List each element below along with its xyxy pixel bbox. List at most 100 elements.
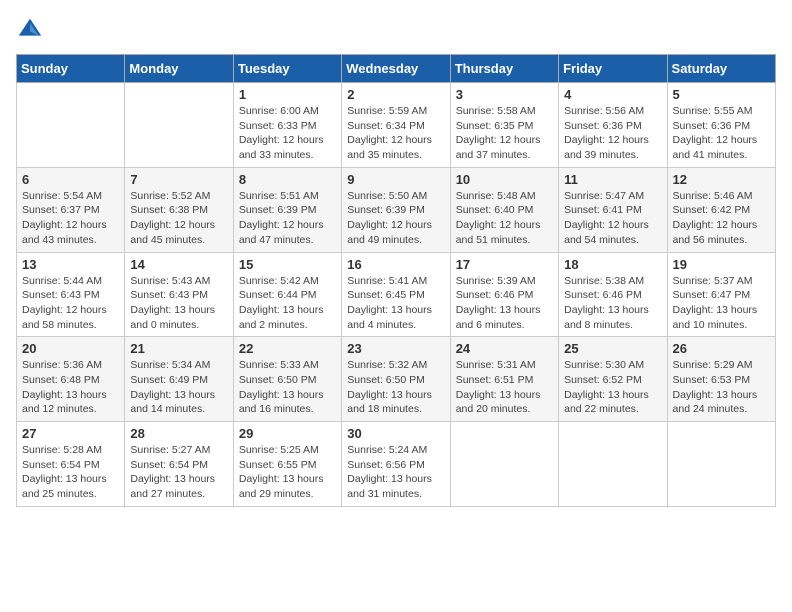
day-number: 27 — [22, 426, 119, 441]
day-number: 2 — [347, 87, 444, 102]
page-header — [16, 16, 776, 44]
day-detail: Sunrise: 5:41 AM Sunset: 6:45 PM Dayligh… — [347, 274, 444, 333]
day-detail: Sunrise: 5:58 AM Sunset: 6:35 PM Dayligh… — [456, 104, 553, 163]
calendar-cell: 3 Sunrise: 5:58 AM Sunset: 6:35 PM Daylig… — [450, 83, 558, 168]
day-number: 30 — [347, 426, 444, 441]
calendar-cell: 8 Sunrise: 5:51 AM Sunset: 6:39 PM Daylig… — [233, 167, 341, 252]
day-number: 5 — [673, 87, 770, 102]
calendar-cell — [559, 422, 667, 507]
day-detail: Sunrise: 5:27 AM Sunset: 6:54 PM Dayligh… — [130, 443, 227, 502]
day-number: 19 — [673, 257, 770, 272]
calendar-cell: 11 Sunrise: 5:47 AM Sunset: 6:41 PM Dayli… — [559, 167, 667, 252]
day-number: 13 — [22, 257, 119, 272]
calendar-week-row: 6Sunrise: 5:54 AM Sunset: 6:37 PM Daylig… — [17, 167, 776, 252]
calendar-week-row: 13 Sunrise: 5:44 AM Sunset: 6:43 PM Dayli… — [17, 252, 776, 337]
day-number: 29 — [239, 426, 336, 441]
day-number: 11 — [564, 172, 661, 187]
calendar-cell — [450, 422, 558, 507]
calendar-cell: 2 Sunrise: 5:59 AM Sunset: 6:34 PM Daylig… — [342, 83, 450, 168]
day-number: 25 — [564, 341, 661, 356]
day-detail: Sunrise: 5:47 AM Sunset: 6:41 PM Dayligh… — [564, 189, 661, 248]
day-detail: Sunrise: 5:48 AM Sunset: 6:40 PM Dayligh… — [456, 189, 553, 248]
day-detail: Sunrise: 5:56 AM Sunset: 6:36 PM Dayligh… — [564, 104, 661, 163]
calendar-table: SundayMondayTuesdayWednesdayThursdayFrid… — [16, 54, 776, 507]
day-detail: Sunrise: 5:32 AM Sunset: 6:50 PM Dayligh… — [347, 358, 444, 417]
calendar-header-sunday: Sunday — [17, 55, 125, 83]
calendar-cell: 18 Sunrise: 5:38 AM Sunset: 6:46 PM Dayli… — [559, 252, 667, 337]
day-detail: Sunrise: 5:46 AM Sunset: 6:42 PM Dayligh… — [673, 189, 770, 248]
calendar-cell: 5 Sunrise: 5:55 AM Sunset: 6:36 PM Daylig… — [667, 83, 775, 168]
calendar-header-thursday: Thursday — [450, 55, 558, 83]
day-detail: Sunrise: 5:54 AM Sunset: 6:37 PM Dayligh… — [22, 189, 119, 248]
calendar-cell: 7 Sunrise: 5:52 AM Sunset: 6:38 PM Daylig… — [125, 167, 233, 252]
day-number: 18 — [564, 257, 661, 272]
day-number: 24 — [456, 341, 553, 356]
day-number: 7 — [130, 172, 227, 187]
calendar-cell: 28 Sunrise: 5:27 AM Sunset: 6:54 PM Dayli… — [125, 422, 233, 507]
day-detail: Sunrise: 5:59 AM Sunset: 6:34 PM Dayligh… — [347, 104, 444, 163]
calendar-cell: 17 Sunrise: 5:39 AM Sunset: 6:46 PM Dayli… — [450, 252, 558, 337]
calendar-cell: 10 Sunrise: 5:48 AM Sunset: 6:40 PM Dayli… — [450, 167, 558, 252]
calendar-cell: 16 Sunrise: 5:41 AM Sunset: 6:45 PM Dayli… — [342, 252, 450, 337]
logo — [16, 16, 48, 44]
day-number: 22 — [239, 341, 336, 356]
day-number: 28 — [130, 426, 227, 441]
calendar-cell — [17, 83, 125, 168]
day-number: 8 — [239, 172, 336, 187]
day-detail: Sunrise: 6:00 AM Sunset: 6:33 PM Dayligh… — [239, 104, 336, 163]
day-number: 14 — [130, 257, 227, 272]
calendar-week-row: 20 Sunrise: 5:36 AM Sunset: 6:48 PM Dayli… — [17, 337, 776, 422]
calendar-cell: 21Sunrise: 5:34 AM Sunset: 6:49 PM Dayli… — [125, 337, 233, 422]
logo-icon — [16, 16, 44, 44]
calendar-cell: 29 Sunrise: 5:25 AM Sunset: 6:55 PM Dayli… — [233, 422, 341, 507]
day-detail: Sunrise: 5:36 AM Sunset: 6:48 PM Dayligh… — [22, 358, 119, 417]
day-detail: Sunrise: 5:50 AM Sunset: 6:39 PM Dayligh… — [347, 189, 444, 248]
day-detail: Sunrise: 5:39 AM Sunset: 6:46 PM Dayligh… — [456, 274, 553, 333]
calendar-cell: 13 Sunrise: 5:44 AM Sunset: 6:43 PM Dayli… — [17, 252, 125, 337]
day-detail: Sunrise: 5:25 AM Sunset: 6:55 PM Dayligh… — [239, 443, 336, 502]
day-number: 17 — [456, 257, 553, 272]
calendar-cell: 20 Sunrise: 5:36 AM Sunset: 6:48 PM Dayli… — [17, 337, 125, 422]
day-detail: Sunrise: 5:30 AM Sunset: 6:52 PM Dayligh… — [564, 358, 661, 417]
calendar-header-tuesday: Tuesday — [233, 55, 341, 83]
day-number: 3 — [456, 87, 553, 102]
calendar-cell: 25 Sunrise: 5:30 AM Sunset: 6:52 PM Dayli… — [559, 337, 667, 422]
calendar-header-friday: Friday — [559, 55, 667, 83]
day-number: 9 — [347, 172, 444, 187]
day-number: 20 — [22, 341, 119, 356]
day-number: 26 — [673, 341, 770, 356]
calendar-week-row: 1Sunrise: 6:00 AM Sunset: 6:33 PM Daylig… — [17, 83, 776, 168]
calendar-cell: 4 Sunrise: 5:56 AM Sunset: 6:36 PM Daylig… — [559, 83, 667, 168]
calendar-cell: 19 Sunrise: 5:37 AM Sunset: 6:47 PM Dayli… — [667, 252, 775, 337]
calendar-cell: 9 Sunrise: 5:50 AM Sunset: 6:39 PM Daylig… — [342, 167, 450, 252]
day-detail: Sunrise: 5:55 AM Sunset: 6:36 PM Dayligh… — [673, 104, 770, 163]
calendar-week-row: 27 Sunrise: 5:28 AM Sunset: 6:54 PM Dayli… — [17, 422, 776, 507]
calendar-header-wednesday: Wednesday — [342, 55, 450, 83]
day-detail: Sunrise: 5:24 AM Sunset: 6:56 PM Dayligh… — [347, 443, 444, 502]
calendar-cell: 24 Sunrise: 5:31 AM Sunset: 6:51 PM Dayli… — [450, 337, 558, 422]
calendar-cell: 27 Sunrise: 5:28 AM Sunset: 6:54 PM Dayli… — [17, 422, 125, 507]
day-number: 4 — [564, 87, 661, 102]
day-number: 15 — [239, 257, 336, 272]
day-number: 16 — [347, 257, 444, 272]
day-detail: Sunrise: 5:43 AM Sunset: 6:43 PM Dayligh… — [130, 274, 227, 333]
calendar-header-monday: Monday — [125, 55, 233, 83]
day-detail: Sunrise: 5:34 AM Sunset: 6:49 PM Dayligh… — [130, 358, 227, 417]
calendar-cell: 26Sunrise: 5:29 AM Sunset: 6:53 PM Dayli… — [667, 337, 775, 422]
day-detail: Sunrise: 5:52 AM Sunset: 6:38 PM Dayligh… — [130, 189, 227, 248]
day-number: 23 — [347, 341, 444, 356]
calendar-header-row: SundayMondayTuesdayWednesdayThursdayFrid… — [17, 55, 776, 83]
day-detail: Sunrise: 5:28 AM Sunset: 6:54 PM Dayligh… — [22, 443, 119, 502]
day-number: 10 — [456, 172, 553, 187]
day-number: 12 — [673, 172, 770, 187]
calendar-cell: 12 Sunrise: 5:46 AM Sunset: 6:42 PM Dayli… — [667, 167, 775, 252]
day-detail: Sunrise: 5:31 AM Sunset: 6:51 PM Dayligh… — [456, 358, 553, 417]
day-detail: Sunrise: 5:37 AM Sunset: 6:47 PM Dayligh… — [673, 274, 770, 333]
day-detail: Sunrise: 5:44 AM Sunset: 6:43 PM Dayligh… — [22, 274, 119, 333]
day-detail: Sunrise: 5:38 AM Sunset: 6:46 PM Dayligh… — [564, 274, 661, 333]
day-detail: Sunrise: 5:51 AM Sunset: 6:39 PM Dayligh… — [239, 189, 336, 248]
calendar-cell: 23 Sunrise: 5:32 AM Sunset: 6:50 PM Dayli… — [342, 337, 450, 422]
calendar-cell — [125, 83, 233, 168]
calendar-cell: 1Sunrise: 6:00 AM Sunset: 6:33 PM Daylig… — [233, 83, 341, 168]
calendar-cell: 6Sunrise: 5:54 AM Sunset: 6:37 PM Daylig… — [17, 167, 125, 252]
